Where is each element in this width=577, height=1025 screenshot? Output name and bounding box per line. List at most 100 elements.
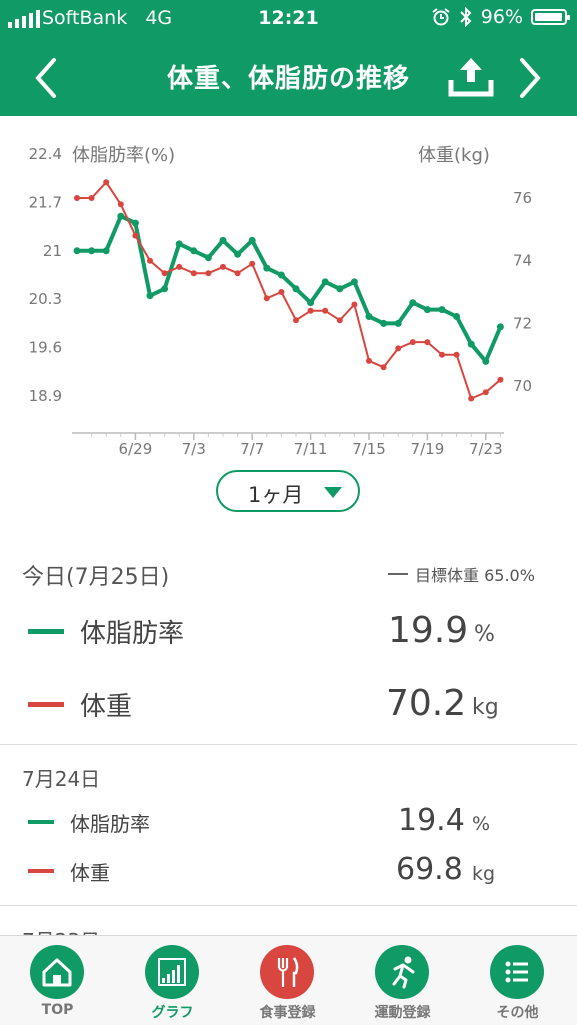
today-weight-unit: kg: [472, 695, 499, 720]
x-tick-label: 7/19: [411, 440, 445, 458]
weight-data-point: [322, 307, 329, 314]
right-tick-label: 72: [513, 314, 532, 332]
right-tick-label: 70: [513, 377, 532, 395]
bodyfat-data-point: [365, 313, 373, 320]
bar-graph-icon: [145, 945, 199, 999]
share-icon[interactable]: [446, 54, 496, 100]
bodyfat-data-point: [307, 299, 315, 307]
weight-data-point: [453, 351, 460, 358]
today-weight-value: 70.2: [386, 683, 467, 724]
bluetooth-icon: [460, 7, 472, 27]
bodyfat-data-point: [219, 236, 227, 244]
weight-data-point: [351, 301, 358, 308]
bodyfat-data-point: [482, 357, 490, 365]
bodyfat-data-point: [146, 292, 154, 300]
day-weight-label: 体重: [70, 861, 110, 885]
tab-other[interactable]: その他: [460, 936, 575, 1025]
weight-data-point: [336, 317, 343, 324]
left-tick-label: 20.3: [29, 290, 62, 308]
today-weight-label: 体重: [80, 692, 133, 722]
left-axis-title: 体脂肪率(%): [72, 145, 175, 166]
weight-data-point: [147, 257, 153, 264]
tab-top[interactable]: TOP: [0, 936, 115, 1025]
bodyfat-data-point: [277, 271, 285, 279]
bodyfat-data-point: [292, 285, 300, 293]
weight-data-point: [161, 270, 168, 277]
bodyfat-data-point: [394, 319, 402, 327]
left-tick-label: 18.9: [29, 387, 62, 405]
tab-label: 食事登録: [259, 1005, 316, 1021]
bodyfat-data-point: [102, 247, 110, 255]
weight-data-point: [424, 339, 431, 346]
day-bodyfat-unit: %: [472, 813, 491, 835]
bodyfat-data-point: [409, 299, 417, 307]
bodyfat-data-point: [423, 306, 431, 314]
weight-data-point: [190, 270, 197, 277]
weight-data-point: [88, 195, 95, 201]
weight-data-point: [249, 260, 256, 267]
weight-data-point: [117, 201, 124, 208]
bodyfat-data-point: [190, 247, 198, 255]
weight-data-point: [278, 289, 285, 295]
weight-data-point: [380, 364, 387, 371]
bodyfat-data-point: [248, 236, 256, 244]
today-date: 今日(7月25日): [22, 565, 170, 590]
tab-exercise[interactable]: 運動登録: [345, 936, 460, 1025]
bodyfat-data-point: [175, 240, 183, 248]
weight-series-line: [77, 181, 502, 400]
bodyfat-data-point: [131, 219, 139, 227]
next-arrow-icon[interactable]: [516, 56, 546, 100]
left-tick-label: 21: [43, 242, 62, 260]
weight-data-point: [439, 351, 445, 358]
period-selector[interactable]: 1ヶ月: [216, 470, 360, 512]
bodyfat-data-point: [350, 278, 358, 286]
tab-meal[interactable]: 食事登録: [230, 936, 345, 1025]
weight-data-point: [468, 395, 475, 402]
weight-data-point: [409, 339, 416, 346]
bodyfat-legend-line: [28, 629, 64, 634]
weight-data-point: [263, 295, 270, 302]
weight-data-point: [497, 376, 504, 383]
weight-data-point: [293, 317, 299, 324]
weight-legend-line: [28, 702, 64, 707]
bodyfat-series-line: [77, 214, 503, 364]
target-weight-label: 目標体重 65.0%: [415, 566, 535, 585]
nav-bar: 体重、体脂肪の推移: [0, 36, 577, 116]
right-tick-label: 74: [513, 252, 532, 270]
day-bodyfat-value: 19.4: [398, 803, 465, 838]
tab-label: グラフ: [151, 1005, 194, 1021]
right-axis-title: 体重(kg): [418, 145, 490, 166]
tab-graph[interactable]: グラフ: [115, 936, 230, 1025]
today-bodyfat-unit: %: [474, 622, 495, 647]
bodyfat-data-point: [73, 247, 81, 255]
day-bodyfat-label: 体脂肪率: [70, 812, 150, 836]
weight-data-point: [482, 389, 489, 396]
day-weight-unit: kg: [472, 863, 496, 885]
period-label: 1ヶ月: [248, 483, 304, 507]
right-tick-label: 76: [513, 189, 532, 207]
tab-label: 運動登録: [374, 1005, 431, 1021]
day-weight-value: 69.8: [396, 852, 463, 887]
bodyfat-data-point: [380, 319, 388, 327]
bodyfat-data-point: [438, 306, 446, 314]
fork-knife-icon: [260, 945, 314, 999]
status-bar: SoftBank 4G 12:21 96%: [0, 0, 577, 36]
day-date: 7月24日: [22, 767, 101, 791]
divider: [0, 905, 577, 906]
divider: [0, 744, 577, 745]
x-tick-label: 7/23: [469, 440, 503, 458]
x-tick-label: 6/29: [119, 440, 153, 458]
running-icon: [375, 945, 429, 999]
today-bodyfat-value: 19.9: [388, 610, 469, 651]
tab-label: その他: [496, 1005, 539, 1021]
bodyfat-data-point: [234, 250, 242, 258]
bodyfat-data-point: [117, 212, 125, 220]
bodyfat-data-point: [263, 264, 271, 272]
bodyfat-data-point: [321, 278, 329, 286]
weight-data-point: [74, 195, 80, 201]
bodyfat-data-point: [161, 285, 169, 293]
weight-legend-line: [28, 869, 54, 873]
weight-data-point: [132, 232, 139, 239]
weight-data-point: [234, 270, 241, 277]
bodyfat-data-point: [453, 313, 461, 320]
